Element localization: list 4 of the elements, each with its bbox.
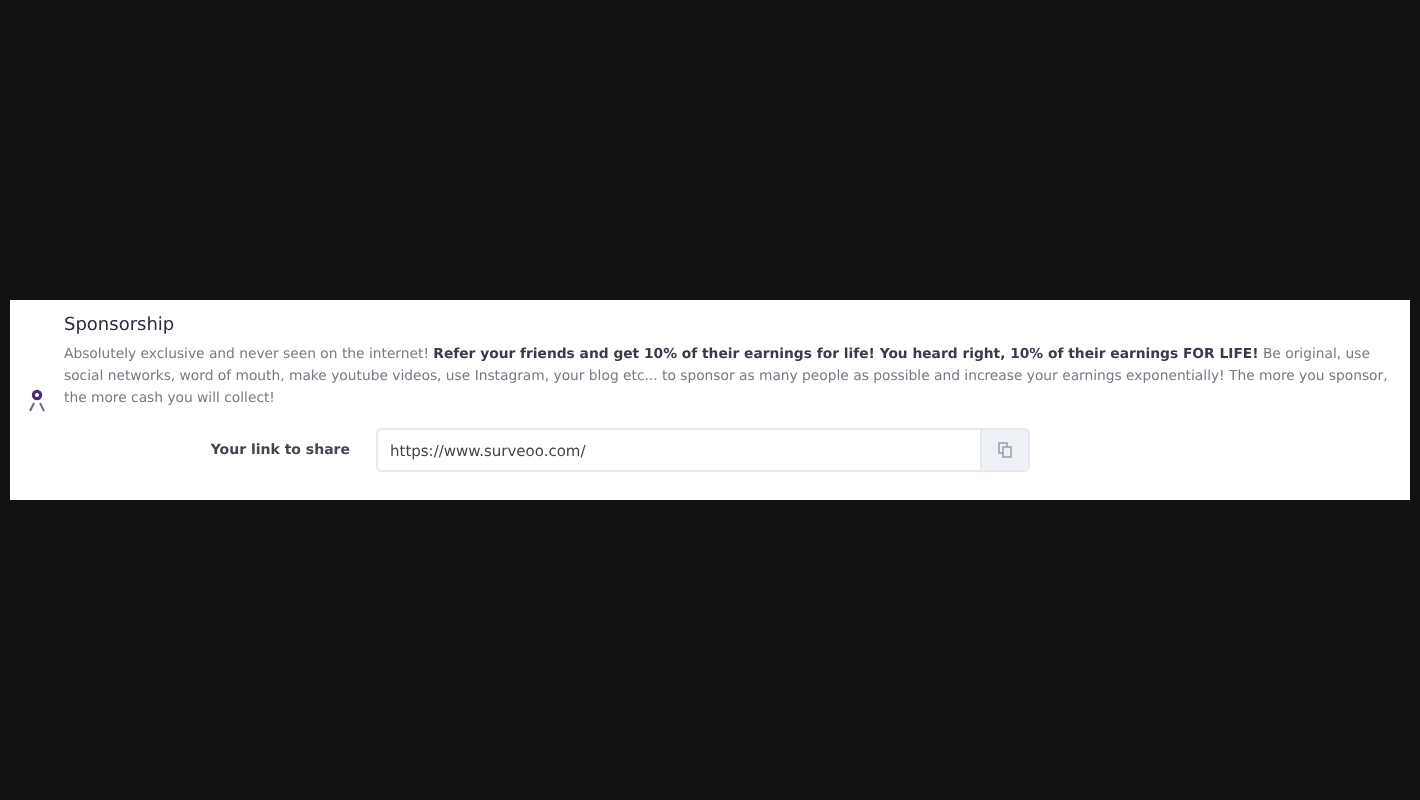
section-title: Sponsorship (64, 316, 177, 336)
copy-icon (998, 442, 1012, 458)
copy-button[interactable] (980, 428, 1030, 472)
user-icon (28, 388, 46, 412)
